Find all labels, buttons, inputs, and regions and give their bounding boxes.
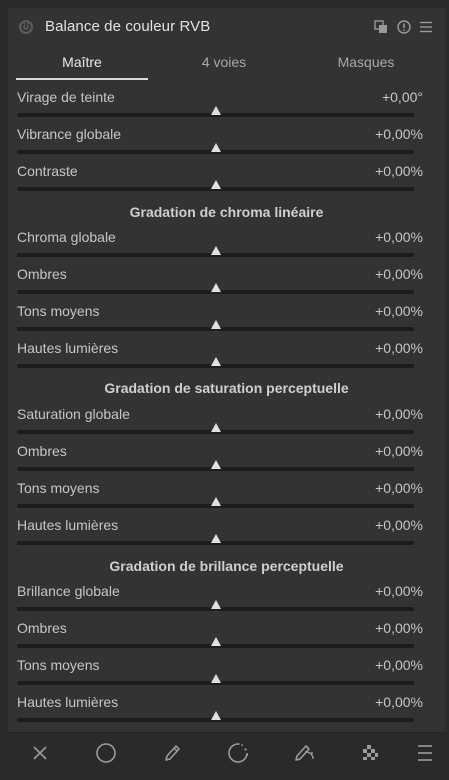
- slider-marker-icon[interactable]: [210, 246, 221, 255]
- tab-label: Maître: [62, 54, 102, 70]
- drawn-parametric-mask-icon[interactable]: [292, 741, 316, 765]
- slider-label: Brillance globale: [17, 583, 120, 599]
- section-title-saturation: Gradation de saturation perceptuelle: [104, 380, 349, 396]
- mask-off-icon[interactable]: [28, 741, 52, 765]
- slider-value: +0,00%: [375, 443, 423, 459]
- slider-value: +0,00%: [375, 480, 423, 496]
- slider-marker-icon[interactable]: [210, 534, 221, 543]
- tab-master[interactable]: Maître: [16, 54, 148, 80]
- slider-label: Tons moyens: [17, 303, 100, 319]
- slider-label: Contraste: [17, 163, 78, 179]
- slider-label: Hautes lumières: [17, 694, 119, 710]
- slider-label: Ombres: [17, 266, 67, 282]
- multi-instance-icon[interactable]: [374, 20, 388, 34]
- slider-value: +0,00%: [375, 620, 423, 636]
- drawn-mask-icon[interactable]: [160, 741, 184, 765]
- slider-marker-icon[interactable]: [210, 497, 221, 506]
- tab-label: 4 voies: [201, 54, 247, 70]
- slider-label: Tons moyens: [17, 480, 100, 496]
- slider-brilliance-global[interactable]: Brillance globale +0,00%: [17, 583, 423, 617]
- slider-label: Chroma globale: [17, 229, 116, 245]
- slider-label: Vibrance globale: [17, 126, 122, 142]
- slider-value: +0,00%: [375, 657, 423, 673]
- slider-chroma-highlights[interactable]: Hautes lumières +0,00%: [17, 340, 423, 374]
- raster-mask-icon[interactable]: [358, 741, 382, 765]
- slider-saturation-shadows[interactable]: Ombres +0,00%: [17, 443, 423, 477]
- section-title-chroma: Gradation de chroma linéaire: [129, 204, 324, 220]
- slider-marker-icon[interactable]: [210, 180, 221, 189]
- slider-value: +0,00%: [375, 303, 423, 319]
- uniform-mask-icon[interactable]: [94, 741, 118, 765]
- slider-marker-icon[interactable]: [210, 460, 221, 469]
- slider-global-vibrance[interactable]: Vibrance globale +0,00%: [17, 126, 423, 160]
- slider-value: +0,00%: [375, 229, 423, 245]
- slider-value: +0,00%: [375, 266, 423, 282]
- slider-marker-icon[interactable]: [210, 143, 221, 152]
- section-title-brilliance: Gradation de brillance perceptuelle: [109, 558, 344, 574]
- slider-label: Hautes lumières: [17, 517, 119, 533]
- slider-marker-icon[interactable]: [210, 674, 221, 683]
- slider-marker-icon[interactable]: [210, 357, 221, 366]
- blend-toolbar: [8, 732, 445, 773]
- slider-label: Tons moyens: [17, 657, 100, 673]
- tab-masks[interactable]: Masques: [300, 54, 432, 80]
- slider-label: Virage de teinte: [17, 89, 115, 105]
- slider-marker-icon[interactable]: [210, 600, 221, 609]
- module-panel: Balance de couleur RVB Maître 4 voies Ma…: [8, 8, 445, 773]
- slider-marker-icon[interactable]: [210, 637, 221, 646]
- tab-bar: Maître 4 voies Masques: [16, 54, 432, 80]
- module-title: Balance de couleur RVB: [45, 18, 211, 35]
- slider-marker-icon[interactable]: [210, 106, 221, 115]
- slider-value: +0,00%: [375, 517, 423, 533]
- slider-marker-icon[interactable]: [210, 711, 221, 720]
- slider-brilliance-shadows[interactable]: Ombres +0,00%: [17, 620, 423, 654]
- slider-saturation-highlights[interactable]: Hautes lumières +0,00%: [17, 517, 423, 551]
- slider-label: Ombres: [17, 620, 67, 636]
- slider-value: +0,00%: [375, 694, 423, 710]
- slider-value: +0,00%: [375, 406, 423, 422]
- tab-label: Masques: [337, 54, 395, 70]
- slider-value: +0,00%: [375, 583, 423, 599]
- slider-marker-icon[interactable]: [210, 423, 221, 432]
- slider-brilliance-highlights[interactable]: Hautes lumières +0,00%: [17, 694, 423, 728]
- slider-brilliance-midtones[interactable]: Tons moyens +0,00%: [17, 657, 423, 691]
- slider-marker-icon[interactable]: [210, 283, 221, 292]
- slider-value: +0,00°: [381, 89, 423, 105]
- slider-value: +0,00%: [375, 163, 423, 179]
- tab-4-ways[interactable]: 4 voies: [156, 54, 292, 80]
- parametric-mask-icon[interactable]: [226, 741, 250, 765]
- module-header[interactable]: Balance de couleur RVB: [8, 8, 445, 46]
- slider-marker-icon[interactable]: [210, 320, 221, 329]
- slider-contrast[interactable]: Contraste +0,00%: [17, 163, 423, 197]
- slider-label: Hautes lumières: [17, 340, 119, 356]
- slider-label: Ombres: [17, 443, 67, 459]
- slider-hue-shift[interactable]: Virage de teinte +0,00°: [17, 89, 423, 123]
- slider-value: +0,00%: [375, 126, 423, 142]
- blend-options-icon[interactable]: [413, 741, 437, 765]
- reset-icon[interactable]: [397, 20, 411, 34]
- slider-label: Saturation globale: [17, 406, 130, 422]
- slider-chroma-shadows[interactable]: Ombres +0,00%: [17, 266, 423, 300]
- slider-saturation-global[interactable]: Saturation globale +0,00%: [17, 406, 423, 440]
- slider-saturation-midtones[interactable]: Tons moyens +0,00%: [17, 480, 423, 514]
- slider-chroma-global[interactable]: Chroma globale +0,00%: [17, 229, 423, 263]
- slider-chroma-midtones[interactable]: Tons moyens +0,00%: [17, 303, 423, 337]
- slider-value: +0,00%: [375, 340, 423, 356]
- power-icon[interactable]: [18, 19, 34, 35]
- presets-menu-icon[interactable]: [419, 20, 433, 34]
